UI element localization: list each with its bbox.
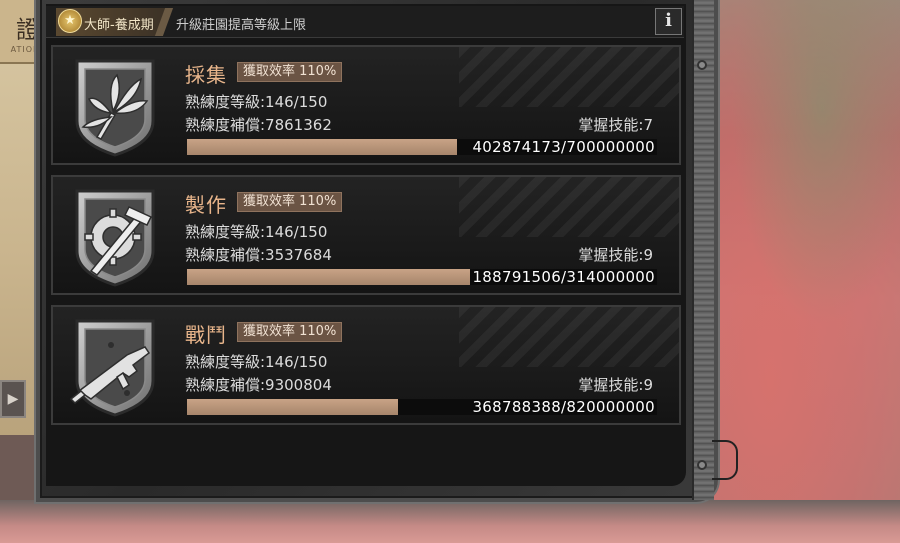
progress-fill (187, 269, 470, 285)
left-panel-title: 證 (16, 16, 40, 44)
frame-bolt (697, 60, 707, 70)
proficiency-compensation: 熟練度補償:7861362 (185, 116, 332, 134)
progress-fill (187, 399, 399, 415)
gear-hammer-emblem-icon (75, 189, 155, 287)
proficiency-level: 熟練度等級:146/150 (185, 223, 328, 241)
progress-text: 368788388/820000000 (472, 398, 655, 416)
skill-title: 製作 (185, 193, 227, 217)
star-icon: ★ (58, 9, 82, 33)
proficiency-compensation: 熟練度補償:9300804 (185, 376, 332, 394)
rank-label: 大師-養成期 (84, 18, 154, 33)
left-panel-arrow-button[interactable]: ▶ (0, 380, 26, 418)
progress-text: 188791506/314000000 (472, 268, 655, 286)
efficiency-badge: 獲取效率 110% (237, 192, 343, 212)
frame-cable (712, 440, 738, 480)
skill-card-gathering[interactable]: 採集 獲取效率 110% 熟練度等級:146/150 熟練度補償:7861362… (51, 45, 681, 165)
herb-emblem-icon (75, 59, 155, 157)
left-panel-subtitle: ATION (10, 45, 40, 54)
mastered-skills: 掌握技能:9 (578, 246, 653, 264)
gun-emblem-icon (69, 319, 155, 417)
skill-title: 戰鬥 (185, 323, 227, 347)
proficiency-level: 熟練度等級:146/150 (185, 93, 328, 111)
skill-card-combat[interactable]: 戰鬥 獲取效率 110% 熟練度等級:146/150 熟練度補償:9300804… (51, 305, 681, 425)
proficiency-level: 熟練度等級:146/150 (185, 353, 328, 371)
frame-bolt (697, 460, 707, 470)
progress-text: 402874173/700000000 (472, 138, 655, 156)
header-subtitle: 升級莊園提高等級上限 (176, 18, 307, 33)
mastered-skills: 掌握技能:7 (578, 116, 653, 134)
frame-edge (692, 0, 714, 500)
efficiency-badge: 獲取效率 110% (237, 322, 343, 342)
skill-title: 採集 (185, 63, 227, 87)
background-bottom (0, 500, 900, 543)
proficiency-compensation: 熟練度補償:3537684 (185, 246, 332, 264)
progress-fill (187, 139, 458, 155)
info-button[interactable]: i (655, 8, 682, 35)
mastered-skills: 掌握技能:9 (578, 376, 653, 394)
efficiency-badge: 獲取效率 110% (237, 62, 343, 82)
skill-card-crafting[interactable]: 製作 獲取效率 110% 熟練度等級:146/150 熟練度補償:3537684… (51, 175, 681, 295)
